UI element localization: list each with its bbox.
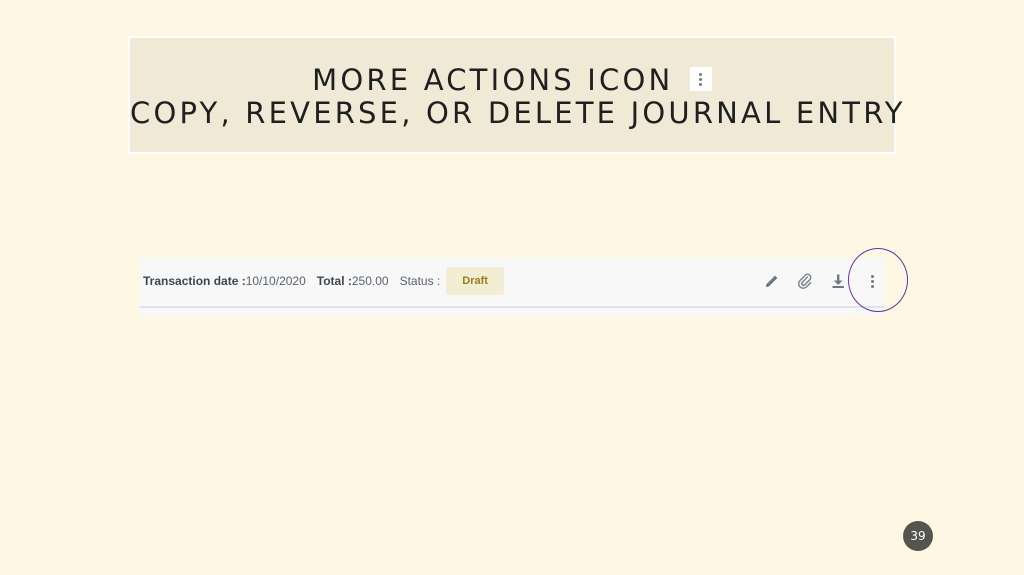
status-label: Status :	[399, 274, 441, 288]
total-label: Total :	[316, 274, 352, 288]
slide-title-line-2: COPY, REVERSE, OR DELETE JOURNAL ENTRY	[130, 96, 906, 130]
entry-bar-divider	[140, 306, 884, 308]
transaction-date-label: Transaction date :	[143, 274, 246, 288]
transaction-date-value: 10/10/2020	[245, 274, 306, 288]
journal-entry-screenshot: Transaction date : 10/10/2020 Total : 25…	[140, 258, 884, 316]
slide-title-box: MORE ACTIONS ICON COPY, REVERSE, OR DELE…	[128, 36, 906, 154]
slide-title-text-1: MORE ACTIONS ICON	[312, 63, 674, 97]
more-vertical-icon	[689, 67, 712, 91]
status-badge: Draft	[446, 267, 504, 295]
paperclip-icon[interactable]	[795, 271, 815, 291]
total-value: 250.00	[351, 274, 389, 288]
entry-summary-row: Transaction date : 10/10/2020 Total : 25…	[143, 266, 504, 296]
pencil-icon[interactable]	[762, 271, 782, 291]
highlight-circle	[848, 248, 908, 312]
slide-title-line-1: MORE ACTIONS ICON	[130, 64, 894, 97]
download-icon[interactable]	[828, 271, 848, 291]
page-number: 39	[903, 521, 933, 551]
